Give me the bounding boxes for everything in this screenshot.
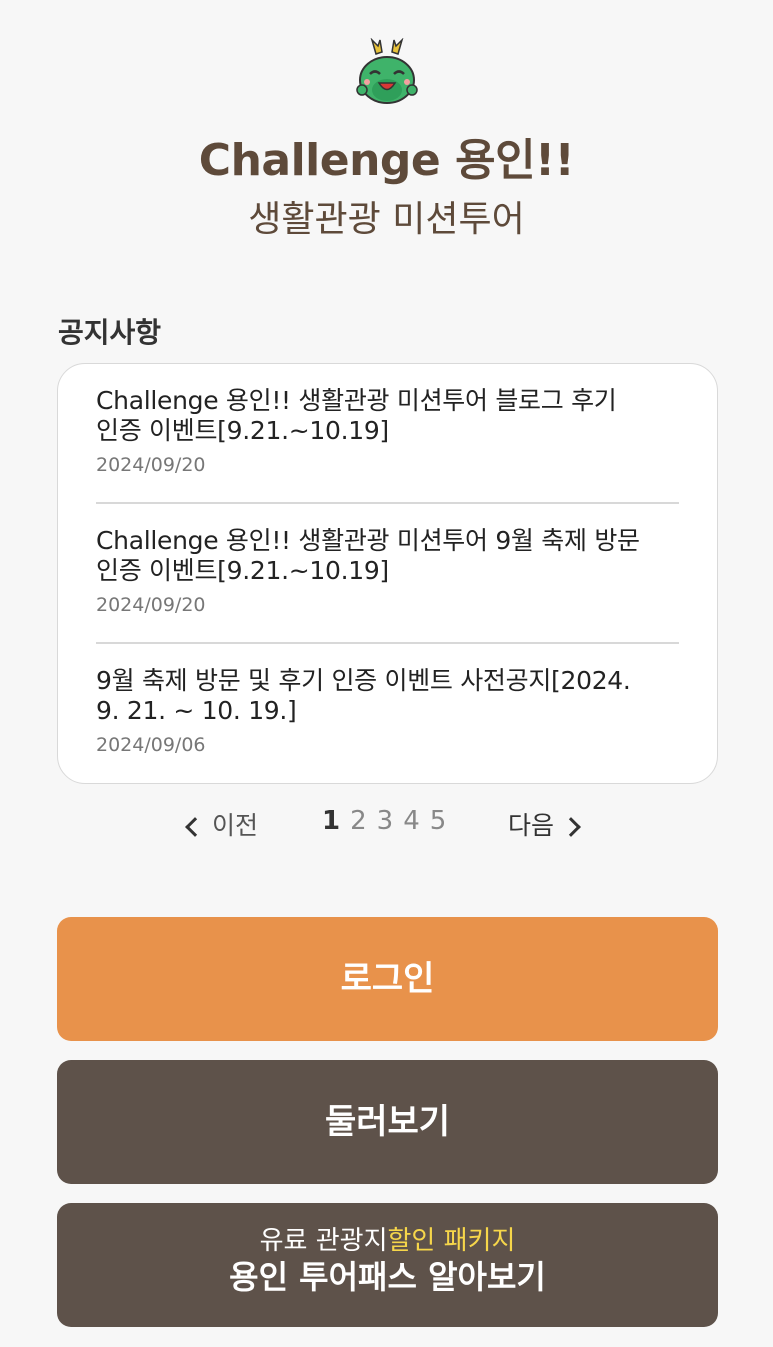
notice-list: Challenge 용인!! 생활관광 미션투어 블로그 후기 인증 이벤트[9… (57, 363, 718, 784)
browse-button[interactable]: 둘러보기 (57, 1060, 718, 1184)
page-subtitle: 생활관광 미션투어 (248, 199, 525, 240)
tour-pass-subtitle-normal: 유료 관광지 (259, 1226, 388, 1256)
notice-title: Challenge 용인!! 생활관광 미션투어 9월 축제 방문 인증 이벤트… (96, 526, 679, 586)
chevron-left-icon (185, 817, 205, 837)
tour-pass-label: 용인 투어패스 알아보기 (229, 1258, 546, 1296)
notice-title-line: 인증 이벤트[9.21.~10.19] (96, 556, 389, 585)
notice-date: 2024/09/20 (96, 594, 206, 616)
tour-pass-subtitle-highlight: 할인 패키지 (387, 1226, 516, 1256)
login-button[interactable]: 로그인 (57, 917, 718, 1041)
notice-title-line: Challenge 용인!! 생활관광 미션투어 블로그 후기 (96, 386, 617, 415)
page-number-3[interactable]: 3 (377, 806, 394, 836)
page-number-5[interactable]: 5 (430, 806, 447, 836)
tour-pass-subtitle: 유료 관광지할인 패키지 (57, 1225, 718, 1257)
notice-title: 9월 축제 방문 및 후기 인증 이벤트 사전공지[2024. 9. 21. ~… (96, 666, 679, 726)
next-page-button[interactable]: 다음 (508, 806, 581, 842)
app-screen: Challenge 용인!! 생활관광 미션투어 공지사항 Challenge … (0, 0, 773, 1347)
notice-item[interactable]: Challenge 용인!! 생활관광 미션투어 9월 축제 방문 인증 이벤트… (96, 504, 679, 644)
prev-page-label: 이전 (212, 811, 259, 840)
notice-date: 2024/09/06 (96, 734, 206, 756)
dragon-mascot-icon (356, 38, 418, 104)
page-number-1[interactable]: 1 (322, 806, 340, 836)
notice-title-line: 9. 21. ~ 10. 19.] (96, 696, 297, 725)
next-page-label: 다음 (508, 811, 555, 840)
notice-title-line: Challenge 용인!! 생활관광 미션투어 9월 축제 방문 (96, 526, 640, 555)
notice-item[interactable]: 9월 축제 방문 및 후기 인증 이벤트 사전공지[2024. 9. 21. ~… (96, 644, 679, 784)
notice-title: Challenge 용인!! 생활관광 미션투어 블로그 후기 인증 이벤트[9… (96, 386, 679, 446)
pagination: 이전 1 2 3 4 5 다음 (0, 806, 773, 846)
page-number-4[interactable]: 4 (403, 806, 420, 836)
page-title: Challenge 용인!! (198, 135, 575, 186)
page-number-2[interactable]: 2 (350, 806, 367, 836)
page-numbers: 1 2 3 4 5 (322, 806, 446, 836)
notice-title-line: 9월 축제 방문 및 후기 인증 이벤트 사전공지[2024. (96, 666, 631, 695)
tour-pass-button[interactable]: 유료 관광지할인 패키지 용인 투어패스 알아보기 (57, 1203, 718, 1327)
prev-page-button[interactable]: 이전 (185, 806, 259, 842)
notice-item[interactable]: Challenge 용인!! 생활관광 미션투어 블로그 후기 인증 이벤트[9… (96, 364, 679, 504)
notice-date: 2024/09/20 (96, 454, 206, 476)
notice-heading: 공지사항 (58, 316, 162, 349)
notice-title-line: 인증 이벤트[9.21.~10.19] (96, 416, 389, 445)
chevron-right-icon (561, 817, 581, 837)
